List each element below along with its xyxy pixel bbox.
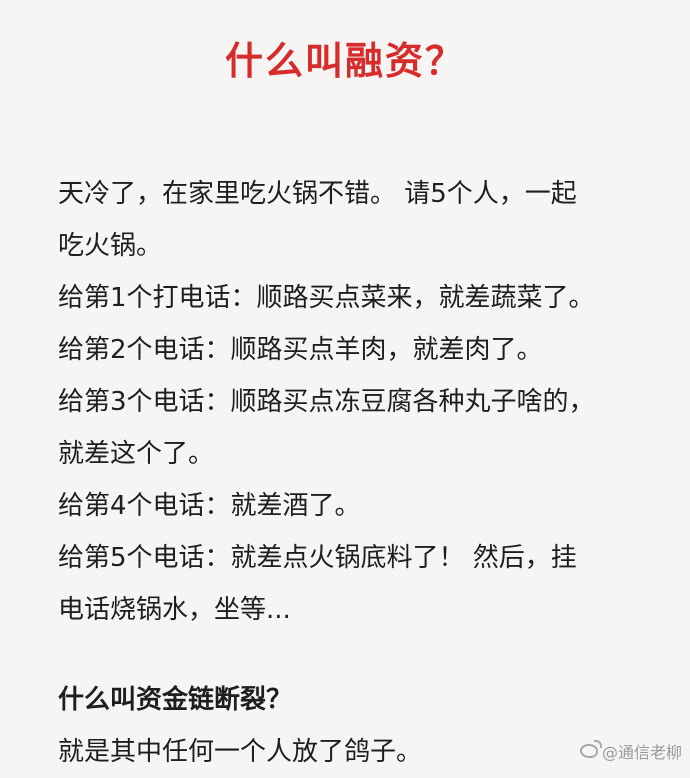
story-line-8: 给第5个电话：就差点火锅底料了！ 然后，挂: [58, 543, 577, 573]
watermark-text: @通信老柳: [601, 743, 682, 762]
story-line-2: 吃火锅。: [58, 231, 163, 261]
story-line-7: 给第4个电话：就差酒了。: [58, 491, 361, 521]
story-line-9: 电话烧锅水，坐等...: [58, 595, 291, 625]
story-text: 天冷了，在家里吃火锅不错。 请5个人，一起 吃火锅。 给第1个打电话：顺路买点菜…: [58, 168, 658, 778]
weibo-watermark: @通信老柳: [579, 739, 682, 763]
story-line-1: 天冷了，在家里吃火锅不错。 请5个人，一起: [58, 179, 577, 209]
question-heading: 什么叫资金链断裂？: [58, 685, 293, 715]
story-line-4: 给第2个电话：顺路买点羊肉，就差肉了。: [58, 335, 543, 365]
page-title: 什么叫融资？: [224, 39, 465, 83]
weibo-icon: [579, 740, 602, 758]
story-line-5: 给第3个电话：顺路买点冻豆腐各种丸子啥的，: [58, 387, 595, 417]
answer-text: 就是其中任何一个人放了鸽子。: [58, 737, 423, 767]
story-line-6: 就差这个了。: [58, 439, 215, 469]
story-line-3: 给第1个打电话：顺路买点菜来，就差蔬菜了。: [58, 283, 595, 313]
